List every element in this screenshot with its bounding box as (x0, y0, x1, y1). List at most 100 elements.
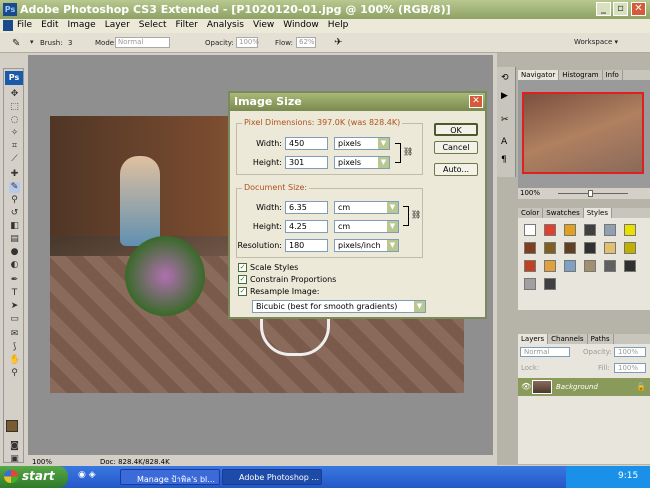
nav-zoom-slider[interactable] (558, 193, 628, 194)
actions-panel-icon[interactable]: ▶ (501, 91, 508, 101)
style-swatch[interactable] (544, 242, 556, 254)
dialog-close-button[interactable]: ✕ (469, 95, 483, 108)
path-selection-icon[interactable]: ➤ (9, 301, 20, 312)
menu-layer[interactable]: Layer (105, 19, 130, 30)
px-width-input[interactable]: 450 (285, 137, 328, 150)
style-swatch[interactable] (624, 260, 636, 272)
ok-button[interactable]: OK (434, 123, 478, 136)
brush-tool-icon[interactable]: ✎ (9, 182, 20, 193)
style-swatch[interactable] (564, 260, 576, 272)
tab-navigator[interactable]: Navigator (518, 70, 560, 80)
style-swatch[interactable] (584, 242, 596, 254)
gradient-tool-icon[interactable]: ▤ (9, 234, 20, 245)
tab-histogram[interactable]: Histogram (559, 70, 603, 80)
doc-width-input[interactable]: 6.35 (285, 201, 328, 214)
dodge-tool-icon[interactable]: ◐ (9, 260, 20, 271)
opacity-input[interactable]: 100% (236, 37, 259, 48)
menu-analysis[interactable]: Analysis (207, 19, 244, 30)
lasso-tool-icon[interactable]: ◌ (9, 115, 20, 126)
flow-input[interactable]: 62% (296, 37, 316, 48)
close-button[interactable]: ✕ (631, 2, 646, 16)
style-swatch[interactable] (524, 260, 536, 272)
tools-panel-icon[interactable]: ✂ (501, 115, 509, 125)
airbrush-icon[interactable]: ✈ (334, 37, 342, 48)
start-button[interactable]: start (0, 466, 68, 488)
style-swatch[interactable] (584, 260, 596, 272)
magic-wand-icon[interactable]: ✧ (9, 128, 20, 139)
resolution-unit-select[interactable]: pixels/inch ▼ (334, 239, 399, 252)
history-brush-icon[interactable]: ↺ (9, 208, 20, 219)
auto-button[interactable]: Auto... (434, 163, 478, 176)
style-swatch[interactable] (604, 242, 616, 254)
paragraph-panel-icon[interactable]: ¶ (501, 155, 507, 165)
foreground-color-swatch[interactable] (6, 420, 18, 432)
eraser-tool-icon[interactable]: ◧ (9, 221, 20, 232)
minimize-button[interactable]: _ (596, 2, 611, 16)
task-browser[interactable]: Manage ป้าพิล's bl... (120, 469, 220, 485)
character-panel-icon[interactable]: A (501, 137, 507, 147)
doc-width-unit-select[interactable]: cm ▼ (334, 201, 399, 214)
style-swatch[interactable] (604, 224, 616, 236)
menu-view[interactable]: View (253, 19, 274, 30)
screen-mode-icon[interactable]: ▣ (9, 454, 20, 465)
style-swatch[interactable] (544, 278, 556, 290)
menu-window[interactable]: Window (283, 19, 319, 30)
type-tool-icon[interactable]: T (9, 288, 20, 299)
eyedropper-tool-icon[interactable]: ⟆ (9, 342, 20, 353)
layers-opacity-input[interactable]: 100% (614, 347, 646, 357)
history-panel-icon[interactable]: ⟲ (501, 73, 509, 83)
constrain-checkbox[interactable]: ✓ (238, 275, 247, 284)
scale-styles-checkbox[interactable]: ✓ (238, 263, 247, 272)
layer-row-background[interactable]: 👁 Background 🔒 (518, 378, 650, 396)
doc-height-unit-select[interactable]: cm ▼ (334, 220, 399, 233)
menu-help[interactable]: Help (328, 19, 349, 30)
navigator-preview[interactable] (522, 92, 644, 174)
move-tool-icon[interactable]: ✥ (9, 89, 20, 100)
tab-info[interactable]: Info (603, 70, 623, 80)
hand-tool-icon[interactable]: ✋ (9, 355, 20, 366)
cancel-button[interactable]: Cancel (434, 141, 478, 154)
layer-name[interactable]: Background (556, 383, 598, 391)
nav-zoom-handle[interactable] (588, 190, 593, 197)
brush-tool-icon[interactable]: ✎ (12, 38, 20, 49)
tab-paths[interactable]: Paths (588, 334, 614, 344)
blend-mode-select[interactable]: Normal (520, 347, 570, 357)
menu-filter[interactable]: Filter (176, 19, 198, 30)
menu-edit[interactable]: Edit (41, 19, 58, 30)
menu-image[interactable]: Image (68, 19, 96, 30)
clone-stamp-icon[interactable]: ⚲ (9, 195, 20, 206)
workspace-menu[interactable]: Workspace ▾ (574, 38, 618, 46)
px-height-unit-select[interactable]: pixels ▼ (334, 156, 390, 169)
style-swatch[interactable] (624, 242, 636, 254)
quick-launch[interactable]: ◉ ◈ (78, 470, 108, 484)
tab-channels[interactable]: Channels (548, 334, 588, 344)
visibility-eye-icon[interactable]: 👁 (521, 382, 531, 391)
resample-method-select[interactable]: Bicubic (best for smooth gradients) ▼ (252, 300, 426, 313)
pen-tool-icon[interactable]: ✒ (9, 275, 20, 286)
shape-tool-icon[interactable]: ▭ (9, 314, 20, 325)
notes-tool-icon[interactable]: ✉ (9, 329, 20, 340)
healing-brush-icon[interactable]: ✚ (9, 169, 20, 180)
tab-layers[interactable]: Layers (518, 334, 549, 344)
doc-height-input[interactable]: 4.25 (285, 220, 328, 233)
document-icon[interactable] (3, 20, 13, 31)
brush-size[interactable]: 3 (68, 39, 72, 47)
style-swatch[interactable] (544, 224, 556, 236)
menu-select[interactable]: Select (139, 19, 167, 30)
tab-color[interactable]: Color (518, 208, 544, 218)
px-width-unit-select[interactable]: pixels ▼ (334, 137, 390, 150)
crop-tool-icon[interactable]: ⌗ (9, 141, 20, 152)
marquee-tool-icon[interactable]: ⬚ (9, 102, 20, 113)
resolution-input[interactable]: 180 (285, 239, 328, 252)
style-swatch[interactable] (584, 224, 596, 236)
nav-zoom-value[interactable]: 100% (520, 189, 540, 197)
style-swatch[interactable] (624, 224, 636, 236)
style-swatch[interactable] (524, 242, 536, 254)
menu-file[interactable]: File (17, 19, 32, 30)
mode-select[interactable]: Normal (115, 37, 170, 48)
blur-tool-icon[interactable]: ● (9, 247, 20, 258)
style-swatch[interactable] (524, 278, 536, 290)
tab-styles[interactable]: Styles (583, 208, 612, 218)
style-swatch[interactable] (564, 242, 576, 254)
fill-input[interactable]: 100% (614, 363, 646, 373)
